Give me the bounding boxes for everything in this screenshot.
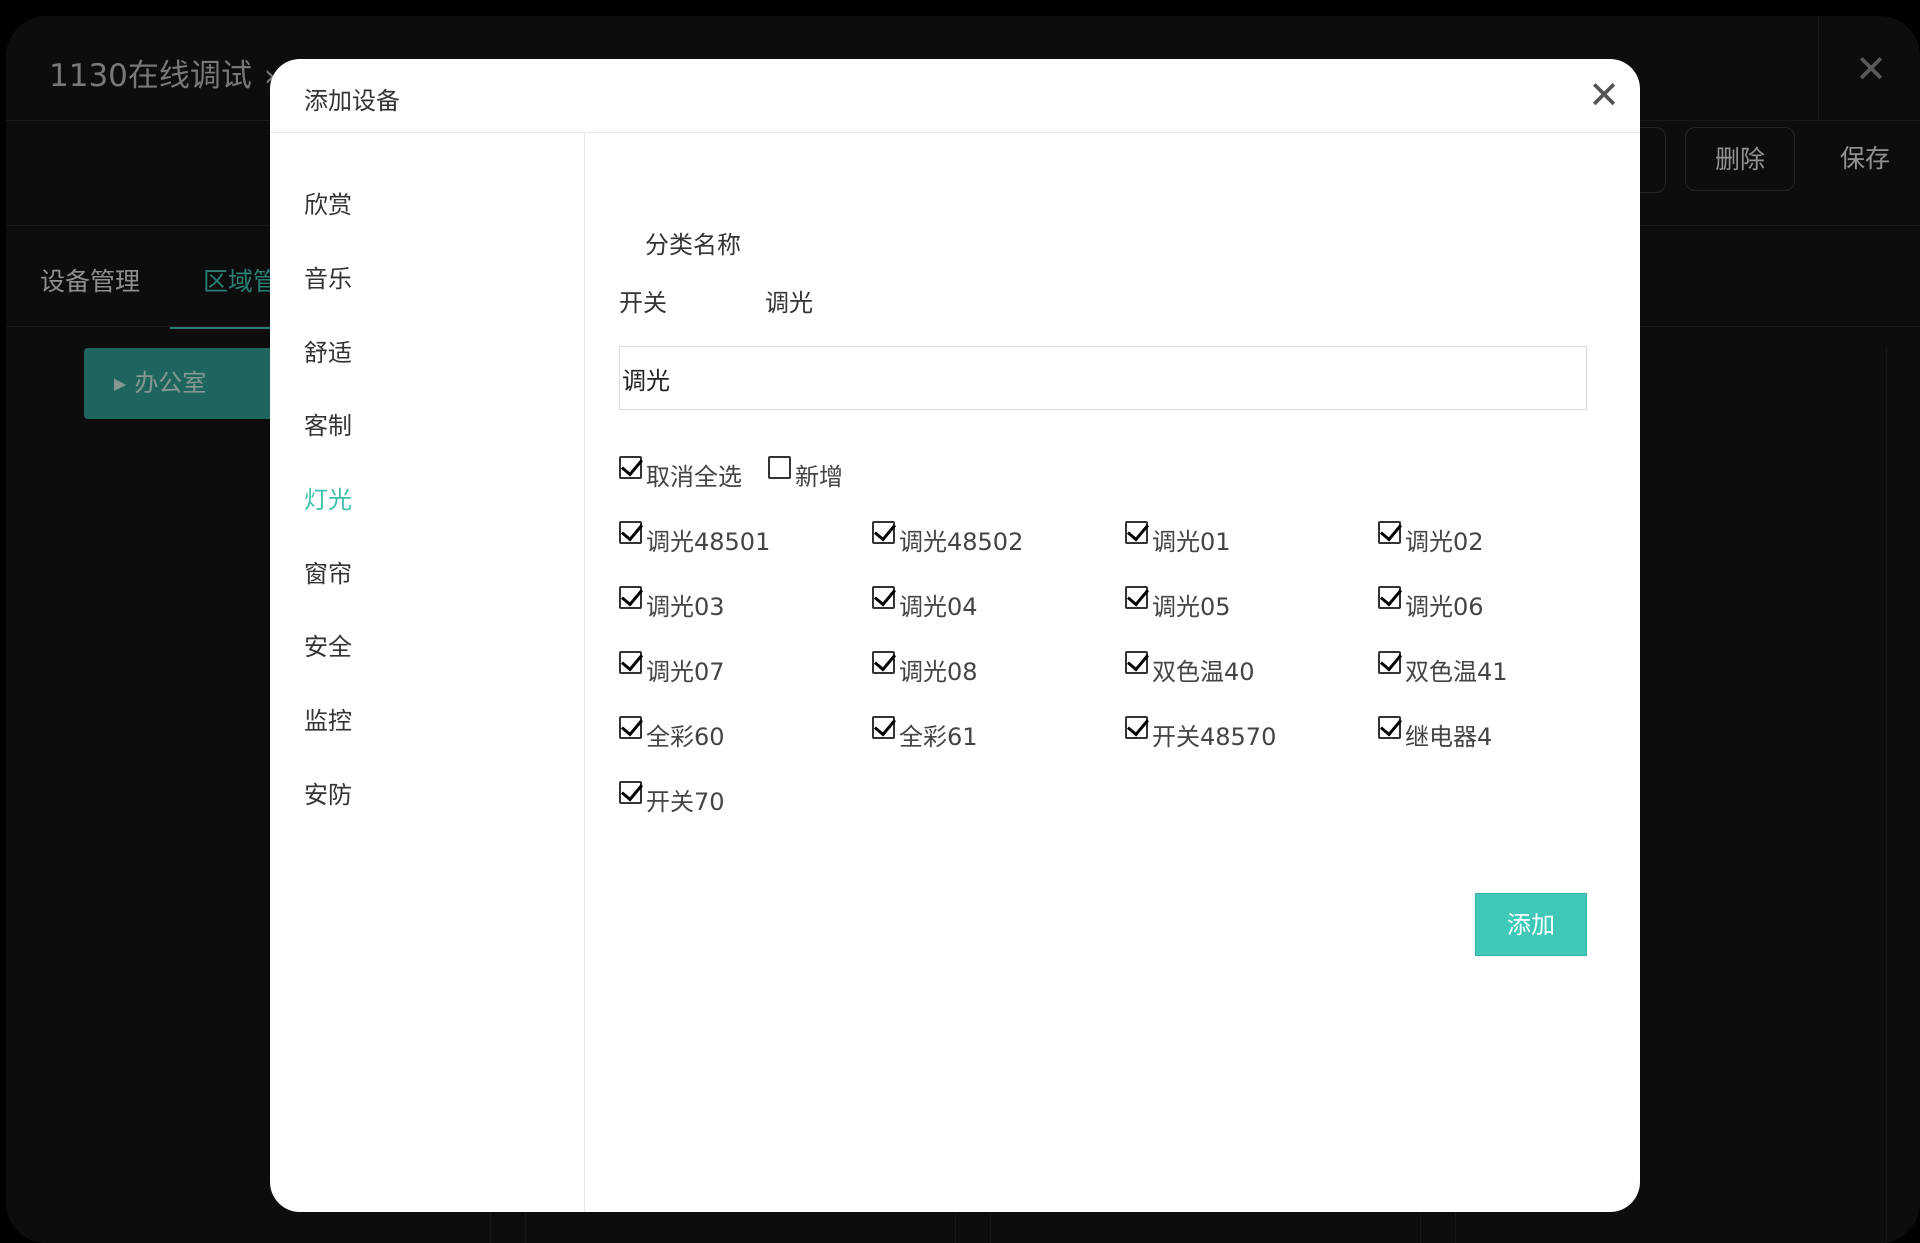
category-sidebar: 欣赏 音乐 舒适 客制 灯光 窗帘 安全 监控 安防 <box>270 133 585 1212</box>
device-label: 调光01 <box>1152 528 1231 556</box>
sidebar-item-appreciate[interactable]: 欣赏 <box>304 185 352 220</box>
device-checkbox[interactable]: 双色温40 <box>1125 651 1255 687</box>
checkbox-icon <box>872 521 895 544</box>
device-checkbox[interactable]: 调光01 <box>1125 521 1231 557</box>
device-checkbox[interactable]: 调光07 <box>619 651 725 687</box>
device-label: 调光48502 <box>899 528 1024 556</box>
checkbox-icon <box>619 651 642 674</box>
checkbox-icon <box>1125 586 1148 609</box>
device-checkbox[interactable]: 调光48501 <box>619 521 770 557</box>
add-new-checkbox[interactable]: 新增 <box>768 456 843 492</box>
checkbox-icon <box>619 456 642 479</box>
sidebar-item-safety[interactable]: 安全 <box>304 627 352 662</box>
add-button[interactable]: 添加 <box>1475 893 1587 956</box>
device-checkbox[interactable]: 调光06 <box>1378 586 1484 622</box>
close-icon[interactable]: ✕ <box>1586 76 1622 114</box>
device-checkbox[interactable]: 继电器4 <box>1378 716 1492 752</box>
checkbox-label: 取消全选 <box>646 463 742 491</box>
device-checkbox[interactable]: 双色温41 <box>1378 651 1508 687</box>
device-checkbox[interactable]: 调光04 <box>872 586 978 622</box>
device-label: 调光02 <box>1405 528 1484 556</box>
checkbox-icon <box>768 456 791 479</box>
device-checkbox[interactable]: 全彩60 <box>619 716 725 752</box>
device-label: 全彩60 <box>646 723 725 751</box>
checkbox-icon <box>872 586 895 609</box>
device-checkbox[interactable]: 开关70 <box>619 781 725 817</box>
device-label: 调光05 <box>1152 593 1231 621</box>
device-label: 调光48501 <box>646 528 771 556</box>
checkbox-icon <box>1378 521 1401 544</box>
sidebar-item-curtain[interactable]: 窗帘 <box>304 554 352 589</box>
sidebar-item-custom[interactable]: 客制 <box>304 406 352 441</box>
checkbox-icon <box>619 586 642 609</box>
device-checkbox[interactable]: 调光05 <box>1125 586 1231 622</box>
checkbox-icon <box>619 781 642 804</box>
checkbox-icon <box>1125 651 1148 674</box>
dialog-title: 添加设备 <box>304 87 400 115</box>
device-label: 调光03 <box>646 593 725 621</box>
device-label: 调光04 <box>899 593 978 621</box>
device-label: 开关48570 <box>1152 723 1277 751</box>
category-tab-dimming[interactable]: 调光 <box>765 283 813 318</box>
sidebar-item-comfort[interactable]: 舒适 <box>304 333 352 368</box>
sidebar-item-security[interactable]: 安防 <box>304 775 352 810</box>
device-label: 双色温41 <box>1405 658 1508 686</box>
category-name-input[interactable] <box>619 346 1587 410</box>
checkbox-icon <box>1125 716 1148 739</box>
sidebar-item-music[interactable]: 音乐 <box>304 259 352 294</box>
device-label: 继电器4 <box>1405 723 1493 751</box>
checkbox-icon <box>1378 716 1401 739</box>
device-checkbox[interactable]: 调光02 <box>1378 521 1484 557</box>
device-checkbox[interactable]: 全彩61 <box>872 716 978 752</box>
device-label: 全彩61 <box>899 723 978 751</box>
checkbox-icon <box>872 716 895 739</box>
dialog-content: 分类名称 开关 调光 取消全选 新增 调光48501 调光48502 调光01 … <box>585 133 1640 1212</box>
device-label: 双色温40 <box>1152 658 1255 686</box>
device-checkbox[interactable]: 调光48502 <box>872 521 1023 557</box>
checkbox-icon <box>1378 586 1401 609</box>
device-label: 调光06 <box>1405 593 1484 621</box>
checkbox-icon <box>872 651 895 674</box>
category-tab-switch[interactable]: 开关 <box>619 283 667 318</box>
checkbox-icon <box>619 521 642 544</box>
device-checkbox[interactable]: 调光08 <box>872 651 978 687</box>
device-checkbox[interactable]: 调光03 <box>619 586 725 622</box>
dialog-header: 添加设备 ✕ <box>270 59 1640 133</box>
device-label: 开关70 <box>646 788 725 816</box>
device-checkbox[interactable]: 开关48570 <box>1125 716 1276 752</box>
checkbox-icon <box>1378 651 1401 674</box>
sidebar-item-lighting[interactable]: 灯光 <box>304 480 352 515</box>
device-label: 调光08 <box>899 658 978 686</box>
sidebar-item-monitoring[interactable]: 监控 <box>304 701 352 736</box>
add-device-dialog: 添加设备 ✕ 欣赏 音乐 舒适 客制 灯光 窗帘 安全 监控 安防 分类名称 开… <box>270 59 1640 1212</box>
checkbox-label: 新增 <box>795 463 843 491</box>
device-label: 调光07 <box>646 658 725 686</box>
category-name-label: 分类名称 <box>645 231 741 259</box>
deselect-all-checkbox[interactable]: 取消全选 <box>619 456 742 492</box>
checkbox-icon <box>619 716 642 739</box>
checkbox-icon <box>1125 521 1148 544</box>
